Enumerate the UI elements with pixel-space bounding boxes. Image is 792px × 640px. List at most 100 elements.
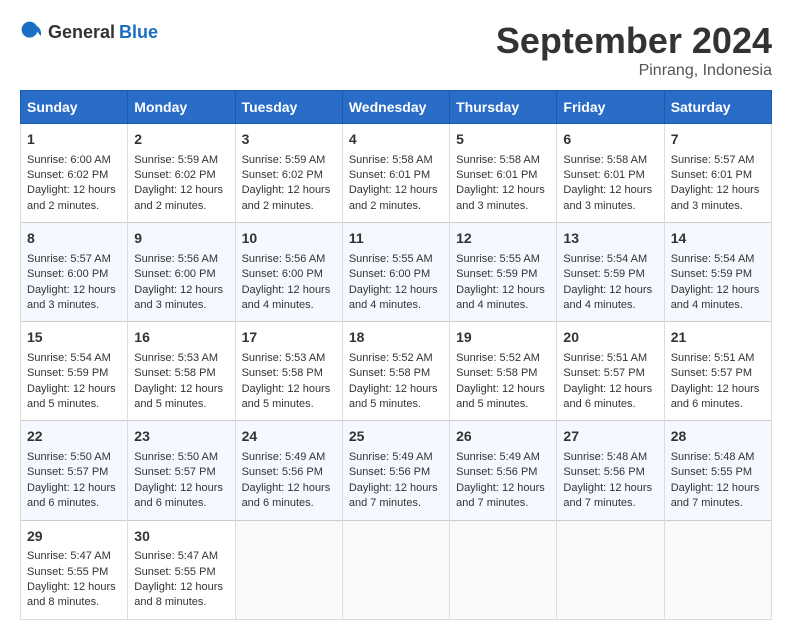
- sunrise-text: Sunrise: 5:55 AM: [349, 252, 443, 267]
- day-number: 19: [456, 328, 550, 348]
- daylight-text: Daylight: 12 hours and 5 minutes.: [456, 382, 550, 413]
- sunrise-text: Sunrise: 5:49 AM: [242, 450, 336, 465]
- day-number: 17: [242, 328, 336, 348]
- table-row: 16 Sunrise: 5:53 AMSunset: 5:58 PMDayligh…: [128, 322, 235, 421]
- sunrise-text: Sunrise: 5:58 AM: [349, 153, 443, 168]
- sunrise-text: Sunrise: 5:58 AM: [456, 153, 550, 168]
- sunset-text: Sunset: 5:58 PM: [349, 366, 443, 381]
- day-number: 7: [671, 130, 765, 150]
- sunset-text: Sunset: 6:01 PM: [349, 168, 443, 183]
- sunrise-text: Sunrise: 5:54 AM: [563, 252, 657, 267]
- daylight-text: Daylight: 12 hours and 2 minutes.: [242, 183, 336, 214]
- sunrise-text: Sunrise: 5:47 AM: [27, 549, 121, 564]
- table-row: 27Sunrise: 5:48 AMSunset: 5:56 PMDayligh…: [557, 421, 664, 520]
- daylight-text: Daylight: 12 hours and 4 minutes.: [349, 283, 443, 314]
- day-number: 15: [27, 328, 121, 348]
- month-title: September 2024: [496, 20, 772, 62]
- table-row: 11Sunrise: 5:55 AMSunset: 6:00 PMDayligh…: [342, 223, 449, 322]
- daylight-text: Daylight: 12 hours and 5 minutes.: [242, 382, 336, 413]
- daylight-text: Daylight: 12 hours and 3 minutes.: [563, 183, 657, 214]
- sunrise-text: Sunrise: 5:55 AM: [456, 252, 550, 267]
- sunrise-text: Sunrise: 5:51 AM: [671, 351, 765, 366]
- day-number: 25: [349, 427, 443, 447]
- sunrise-text: Sunrise: 5:54 AM: [671, 252, 765, 267]
- daylight-text: Daylight: 12 hours and 3 minutes.: [27, 283, 121, 314]
- day-number: 21: [671, 328, 765, 348]
- sunset-text: Sunset: 6:02 PM: [242, 168, 336, 183]
- sunset-text: Sunset: 5:58 PM: [134, 366, 228, 381]
- sunset-text: Sunset: 5:55 PM: [27, 565, 121, 580]
- table-row: 29 Sunrise: 5:47 AMSunset: 5:55 PMDayligh…: [21, 520, 128, 619]
- table-row: 14Sunrise: 5:54 AMSunset: 5:59 PMDayligh…: [664, 223, 771, 322]
- table-row: 15Sunrise: 5:54 AMSunset: 5:59 PMDayligh…: [21, 322, 128, 421]
- day-number: 9: [134, 229, 228, 249]
- calendar-header: Sunday Monday Tuesday Wednesday Thursday…: [21, 91, 772, 124]
- day-number: 27: [563, 427, 657, 447]
- sunset-text: Sunset: 6:00 PM: [27, 267, 121, 282]
- table-row: 9Sunrise: 5:56 AMSunset: 6:00 PMDaylight…: [128, 223, 235, 322]
- sunset-text: Sunset: 5:56 PM: [242, 465, 336, 480]
- table-row: 17Sunrise: 5:53 AMSunset: 5:58 PMDayligh…: [235, 322, 342, 421]
- table-row: 25Sunrise: 5:49 AMSunset: 5:56 PMDayligh…: [342, 421, 449, 520]
- day-number: 4: [349, 130, 443, 150]
- day-number: 30: [134, 527, 228, 547]
- day-number: 16: [134, 328, 228, 348]
- daylight-text: Daylight: 12 hours and 6 minutes.: [134, 481, 228, 512]
- sunrise-text: Sunrise: 5:51 AM: [563, 351, 657, 366]
- sunset-text: Sunset: 5:58 PM: [242, 366, 336, 381]
- day-number: 29: [27, 527, 121, 547]
- daylight-text: Daylight: 12 hours and 6 minutes.: [242, 481, 336, 512]
- table-row: 10Sunrise: 5:56 AMSunset: 6:00 PMDayligh…: [235, 223, 342, 322]
- header-thursday: Thursday: [450, 91, 557, 124]
- day-number: 1: [27, 130, 121, 150]
- table-row: 20Sunrise: 5:51 AMSunset: 5:57 PMDayligh…: [557, 322, 664, 421]
- table-row: 2Sunrise: 5:59 AMSunset: 6:02 PMDaylight…: [128, 124, 235, 223]
- logo-blue: Blue: [119, 22, 158, 43]
- table-row: [235, 520, 342, 619]
- sunrise-text: Sunrise: 5:53 AM: [134, 351, 228, 366]
- table-row: 13Sunrise: 5:54 AMSunset: 5:59 PMDayligh…: [557, 223, 664, 322]
- table-row: 19Sunrise: 5:52 AMSunset: 5:58 PMDayligh…: [450, 322, 557, 421]
- sunset-text: Sunset: 6:01 PM: [671, 168, 765, 183]
- day-number: 26: [456, 427, 550, 447]
- daylight-text: Daylight: 12 hours and 5 minutes.: [134, 382, 228, 413]
- daylight-text: Daylight: 12 hours and 3 minutes.: [671, 183, 765, 214]
- sunrise-text: Sunrise: 5:50 AM: [27, 450, 121, 465]
- daylight-text: Daylight: 12 hours and 4 minutes.: [456, 283, 550, 314]
- sunset-text: Sunset: 5:59 PM: [563, 267, 657, 282]
- header-friday: Friday: [557, 91, 664, 124]
- sunrise-text: Sunrise: 6:00 AM: [27, 153, 121, 168]
- sunset-text: Sunset: 6:00 PM: [349, 267, 443, 282]
- daylight-text: Daylight: 12 hours and 6 minutes.: [27, 481, 121, 512]
- daylight-text: Daylight: 12 hours and 8 minutes.: [27, 580, 121, 611]
- sunrise-text: Sunrise: 5:48 AM: [563, 450, 657, 465]
- sunrise-text: Sunrise: 5:48 AM: [671, 450, 765, 465]
- day-number: 8: [27, 229, 121, 249]
- sunset-text: Sunset: 5:56 PM: [456, 465, 550, 480]
- sunrise-text: Sunrise: 5:57 AM: [27, 252, 121, 267]
- logo: General Blue: [20, 20, 158, 44]
- sunrise-text: Sunrise: 5:52 AM: [349, 351, 443, 366]
- sunrise-text: Sunrise: 5:59 AM: [134, 153, 228, 168]
- sunrise-text: Sunrise: 5:57 AM: [671, 153, 765, 168]
- header-wednesday: Wednesday: [342, 91, 449, 124]
- sunset-text: Sunset: 5:58 PM: [456, 366, 550, 381]
- day-number: 23: [134, 427, 228, 447]
- daylight-text: Daylight: 12 hours and 7 minutes.: [671, 481, 765, 512]
- sunset-text: Sunset: 5:57 PM: [134, 465, 228, 480]
- sunset-text: Sunset: 6:02 PM: [27, 168, 121, 183]
- table-row: 7 Sunrise: 5:57 AMSunset: 6:01 PMDaylight…: [664, 124, 771, 223]
- header-sunday: Sunday: [21, 91, 128, 124]
- sunset-text: Sunset: 6:00 PM: [242, 267, 336, 282]
- daylight-text: Daylight: 12 hours and 5 minutes.: [349, 382, 443, 413]
- table-row: 3Sunrise: 5:59 AMSunset: 6:02 PMDaylight…: [235, 124, 342, 223]
- daylight-text: Daylight: 12 hours and 5 minutes.: [27, 382, 121, 413]
- daylight-text: Daylight: 12 hours and 3 minutes.: [134, 283, 228, 314]
- sunset-text: Sunset: 6:02 PM: [134, 168, 228, 183]
- sunrise-text: Sunrise: 5:50 AM: [134, 450, 228, 465]
- sunset-text: Sunset: 5:59 PM: [27, 366, 121, 381]
- daylight-text: Daylight: 12 hours and 4 minutes.: [563, 283, 657, 314]
- day-number: 24: [242, 427, 336, 447]
- table-row: [450, 520, 557, 619]
- header-monday: Monday: [128, 91, 235, 124]
